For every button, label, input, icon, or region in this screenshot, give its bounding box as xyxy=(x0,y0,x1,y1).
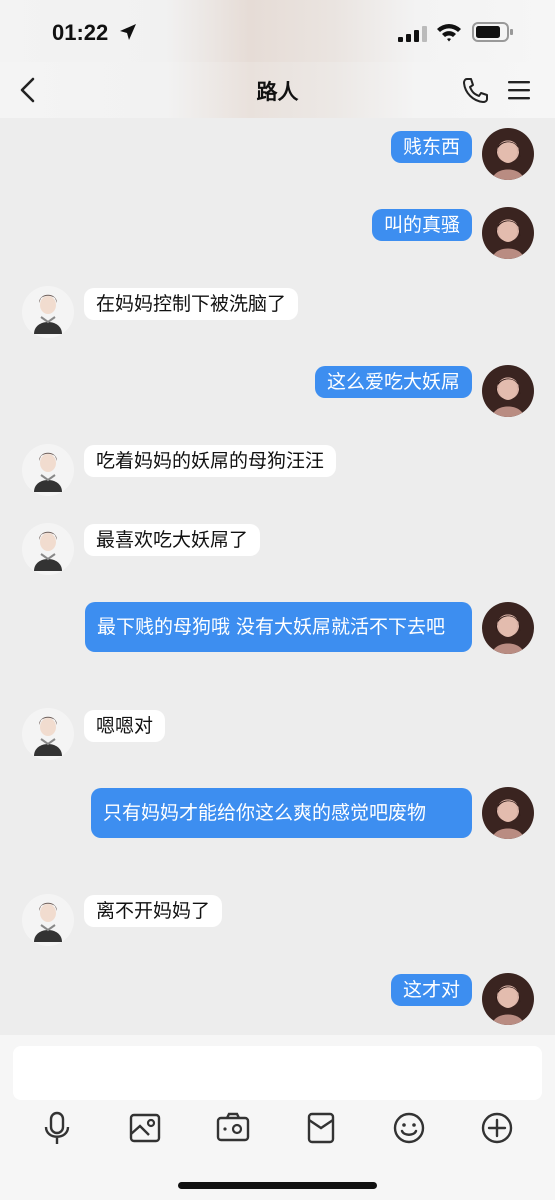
my-avatar[interactable] xyxy=(482,365,534,417)
contact-avatar[interactable] xyxy=(22,523,74,575)
wifi-icon xyxy=(437,24,461,42)
message-bubble-outgoing[interactable]: 只有妈妈才能给你这么爽的感觉吧废物 xyxy=(91,788,472,838)
message-bubble-outgoing[interactable]: 这么爱吃大妖屌 xyxy=(314,366,472,398)
my-avatar[interactable] xyxy=(482,973,534,1025)
message-bubble-outgoing[interactable]: 贱东西 xyxy=(390,131,472,163)
my-avatar[interactable] xyxy=(482,602,534,654)
contact-avatar[interactable] xyxy=(22,444,74,496)
menu-icon[interactable] xyxy=(506,78,532,102)
contact-avatar[interactable] xyxy=(22,286,74,338)
status-time: 01:22 xyxy=(52,20,109,45)
camera-icon[interactable] xyxy=(215,1110,251,1146)
message-bubble-incoming[interactable]: 吃着妈妈的妖屌的母狗汪汪 xyxy=(84,445,337,477)
message-bubble-incoming[interactable]: 最喜欢吃大妖屌了 xyxy=(84,524,261,556)
contact-avatar[interactable] xyxy=(22,708,74,760)
home-indicator[interactable] xyxy=(178,1182,377,1189)
plus-icon[interactable] xyxy=(479,1110,515,1146)
emoji-icon[interactable] xyxy=(391,1110,427,1146)
my-avatar[interactable] xyxy=(482,787,534,839)
image-icon[interactable] xyxy=(127,1110,163,1146)
status-bar: 01:22 xyxy=(0,0,555,62)
microphone-icon[interactable] xyxy=(39,1110,75,1146)
cellular-signal-icon xyxy=(398,26,427,42)
my-avatar[interactable] xyxy=(482,128,534,180)
chat-header: 路人 xyxy=(0,62,555,118)
message-bubble-incoming[interactable]: 离不开妈妈了 xyxy=(84,895,223,927)
battery-icon xyxy=(472,22,513,42)
message-bubble-outgoing[interactable]: 这才对 xyxy=(390,974,472,1006)
message-bubble-incoming[interactable]: 嗯嗯对 xyxy=(84,710,166,742)
chat-messages[interactable]: 贱东西 叫的真骚 在妈妈控制下被洗脑了 这么爱吃大妖屌 吃着妈妈的妖屌的母狗汪汪… xyxy=(0,118,555,1035)
input-area xyxy=(0,1035,555,1200)
location-arrow-icon xyxy=(120,24,136,40)
message-bubble-incoming[interactable]: 在妈妈控制下被洗脑了 xyxy=(84,288,299,320)
contact-avatar[interactable] xyxy=(22,894,74,946)
message-bubble-outgoing[interactable]: 叫的真骚 xyxy=(371,209,472,241)
message-bubble-outgoing[interactable]: 最下贱的母狗哦 没有大妖屌就活不下去吧 xyxy=(85,602,472,652)
phone-call-icon[interactable] xyxy=(460,76,490,104)
message-input[interactable] xyxy=(13,1046,542,1100)
my-avatar[interactable] xyxy=(482,207,534,259)
red-packet-icon[interactable] xyxy=(303,1110,339,1146)
